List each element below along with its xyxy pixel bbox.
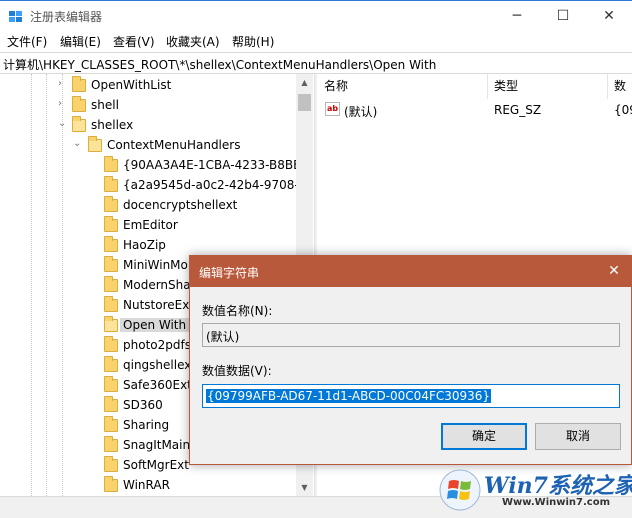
tree-item-label: SoftMgrExt [123,458,189,472]
watermark-brand: Win7系统之家 [484,473,632,499]
column-header-name[interactable]: 名称 [318,74,488,99]
scroll-thumb[interactable] [298,94,311,111]
tree-item-label: EmEditor [123,218,178,232]
tree-item[interactable]: docencryptshellext [0,196,296,216]
value-data-input[interactable]: {09799AFB-AD67-11d1-ABCD-00C04FC30936} [202,384,620,408]
value-data: {09 [614,103,632,117]
menu-bar: 文件(F) 编辑(E) 查看(V) 收藏夹(A) 帮助(H) [0,31,632,52]
collapse-icon[interactable]: ⌄ [73,138,81,149]
tree-item-label: docencryptshellext [123,198,238,212]
ok-button[interactable]: 确定 [441,423,527,450]
dialog-title-bar[interactable]: 编辑字符串 ✕ [190,256,631,287]
tree-item[interactable]: HaoZip [0,236,296,256]
value-name: (默认) [344,105,378,119]
column-header-data[interactable]: 数 [608,74,632,99]
site-watermark: Win7系统之家 Www.Winwin7.com [436,464,632,516]
folder-icon [104,456,118,472]
menu-edit[interactable]: 编辑(E) [60,33,101,50]
tree-item[interactable]: WinRAR [0,476,296,496]
cancel-button[interactable]: 取消 [535,423,621,450]
tree-item-label: MiniWinMo [123,258,188,272]
folder-icon [104,236,118,252]
tree-item-label: SD360 [123,398,163,412]
maximize-button[interactable]: ☐ [540,1,586,31]
tree-item-label: Sharing [123,418,170,432]
tree-item-label: HaoZip [123,238,166,252]
tree-item-label: Safe360Ext [123,378,192,392]
tree-item-label: OpenWithList [91,78,172,92]
window-title: 注册表编辑器 [30,10,103,24]
folder-open-icon [72,116,86,132]
folder-open-icon [104,316,118,332]
list-item[interactable]: ab (默认) REG_SZ {09 [318,100,632,120]
folder-icon [104,156,118,172]
folder-icon [104,336,118,352]
dialog-title: 编辑字符串 [199,266,260,280]
tree-item[interactable]: ⌄ ContextMenuHandlers [0,136,296,156]
dialog-close-icon[interactable]: ✕ [597,256,631,287]
tree-item[interactable]: › OpenWithList [0,76,296,96]
expand-icon[interactable]: › [58,98,62,109]
close-button[interactable]: ✕ [586,1,632,31]
folder-icon [72,76,86,92]
address-bar[interactable]: 计算机\HKEY_CLASSES_ROOT\*\shellex\ContextM… [0,52,632,74]
folder-icon [104,296,118,312]
folder-icon [104,256,118,272]
tree-item[interactable]: {90AA3A4E-1CBA-4233-B8BB- [0,156,306,176]
folder-icon [104,436,118,452]
expand-icon[interactable]: › [58,78,62,89]
tree-item-label: shellex [91,118,134,132]
tree-item-label: photo2pdfs [123,338,191,352]
tree-item[interactable]: EmEditor [0,216,296,236]
title-bar: 注册表编辑器 ─ ☐ ✕ [0,0,632,31]
collapse-icon[interactable]: ⌄ [58,118,66,129]
tree-item-label: ContextMenuHandlers [107,138,241,152]
address-path[interactable]: 计算机\HKEY_CLASSES_ROOT\*\shellex\ContextM… [3,56,436,73]
tree-item-label: shell [91,98,119,112]
scroll-up-icon[interactable]: ▲ [296,74,313,91]
folder-icon [104,216,118,232]
menu-favorites[interactable]: 收藏夹(A) [166,33,220,50]
string-value-icon: ab [325,102,340,116]
folder-open-icon [88,136,102,152]
column-header-type[interactable]: 类型 [488,74,608,99]
minimize-button[interactable]: ─ [494,1,540,31]
tree-item-label: Open With [120,318,190,332]
tree-item-label: {90AA3A4E-1CBA-4233-B8BB- [123,158,306,172]
folder-icon [104,356,118,372]
tree-item-label: {a2a9545d-a0c2-42b4-9708-a0 [123,178,313,192]
tree-item[interactable]: {a2a9545d-a0c2-42b4-9708-a0 [0,176,313,196]
value-name-field: (默认) [202,323,620,347]
watermark-url: Www.Winwin7.com [502,497,611,508]
value-data-label: 数值数据(V): [202,364,272,378]
folder-icon [104,476,118,492]
folder-icon [104,196,118,212]
windows-logo-icon [439,469,481,511]
folder-icon [104,176,118,192]
tree-item[interactable]: › shell [0,96,296,116]
value-type: REG_SZ [494,103,542,117]
folder-icon [104,276,118,292]
menu-file[interactable]: 文件(F) [7,33,47,50]
folder-icon [72,96,86,112]
value-data-text: {09799AFB-AD67-11d1-ABCD-00C04FC30936} [206,389,492,403]
folder-icon [104,396,118,412]
tree-item-label: SnagItMain [123,438,191,452]
folder-icon [104,416,118,432]
tree-item-label: WinRAR [123,478,170,492]
value-name-text: (默认) [206,330,240,344]
tree-item-label: qingshellex [123,358,192,372]
menu-view[interactable]: 查看(V) [113,33,155,50]
menu-help[interactable]: 帮助(H) [232,33,274,50]
edit-string-dialog: 编辑字符串 ✕ 数值名称(N): (默认) 数值数据(V): {09799AFB… [189,255,632,465]
tree-item[interactable]: ⌄ shellex [0,116,296,136]
tree-item-label: ModernSha [123,278,191,292]
scroll-down-icon[interactable]: ▼ [296,479,313,496]
folder-icon [104,376,118,392]
value-name-label: 数值名称(N): [202,304,273,318]
registry-editor-icon [9,11,22,22]
tree-item-label: NutstoreExt [123,298,195,312]
